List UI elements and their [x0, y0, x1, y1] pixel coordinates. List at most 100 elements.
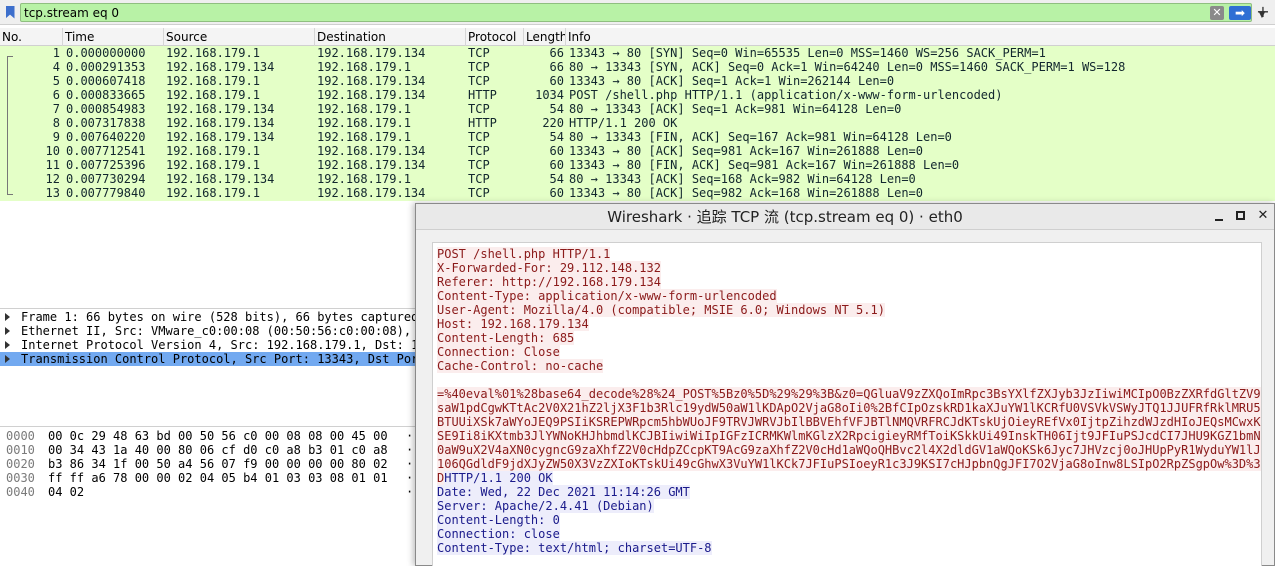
- bytes-row[interactable]: 0010 00 34 43 1a 40 00 80 06 cf d0 c0 a8 …: [0, 443, 420, 457]
- server-header-line: Content-Length: 0: [437, 513, 560, 527]
- packet-cell-no: 6: [52, 88, 60, 102]
- packet-cell-time: 0.000000000: [66, 46, 146, 60]
- body-server-line: DHTTP/1.1 200 OK: [437, 471, 553, 485]
- packet-cell-info: 80 → 13343 [SYN, ACK] Seq=0 Ack=1 Win=64…: [569, 60, 1126, 74]
- packet-row[interactable]: 10 0.007712541 192.168.179.1 192.168.179.13…: [0, 144, 1275, 158]
- packet-cell-dst: 192.168.179.1: [317, 172, 411, 186]
- detail-row-frame[interactable]: Frame 1: 66 bytes on wire (528 bits), 66…: [0, 310, 420, 324]
- packet-cell-len: 66: [549, 60, 564, 74]
- column-header-info[interactable]: Info: [566, 28, 1275, 46]
- packet-row[interactable]: 7 0.000854983 192.168.179.134 192.168.179.1…: [0, 102, 1275, 116]
- window-title: Wireshark · 追踪 TCP 流 (tcp.stream eq 0) ·…: [607, 208, 963, 226]
- bytes-row[interactable]: 0040 04 02 ·: [0, 485, 420, 499]
- display-filter-input[interactable]: tcp.stream eq 0 ✕ ➡ ▼: [20, 3, 1265, 22]
- bytes-row[interactable]: 0030 ff ff a6 78 00 00 02 04 05 b4 01 03 …: [0, 471, 420, 485]
- packet-cell-info: HTTP/1.1 200 OK: [569, 116, 678, 130]
- bytes-hex: 00 0c 29 48 63 bd 00 50 56 c0 00 08 08 0…: [48, 429, 388, 443]
- column-header-length[interactable]: Length: [524, 28, 566, 46]
- packet-row[interactable]: 1 0.000000000 192.168.179.1 192.168.179.134…: [0, 46, 1275, 60]
- packet-row[interactable]: 4 0.000291353 192.168.179.134 192.168.179.1…: [0, 60, 1275, 74]
- maximize-button[interactable]: [1234, 209, 1248, 223]
- packet-cell-time: 0.007730294: [66, 172, 146, 186]
- packet-row[interactable]: 6 0.000833665 192.168.179.1 192.168.179.134…: [0, 88, 1275, 102]
- expand-arrow-icon[interactable]: [5, 327, 10, 335]
- server-header-line: Date: Wed, 22 Dec 2021 11:14:26 GMT: [437, 485, 690, 499]
- packet-cell-proto: TCP: [468, 186, 490, 200]
- bytes-ascii: ·: [406, 485, 414, 499]
- column-header-source[interactable]: Source: [164, 28, 315, 46]
- detail-text: Internet Protocol Version 4, Src: 192.16…: [21, 338, 419, 352]
- client-header-line: User-Agent: Mozilla/4.0 (compatible; MSI…: [437, 303, 885, 317]
- packet-cell-len: 54: [549, 102, 564, 116]
- detail-row-ip[interactable]: Internet Protocol Version 4, Src: 192.16…: [0, 338, 420, 352]
- packet-cell-no: 13: [45, 186, 60, 200]
- packet-cell-src: 192.168.179.1: [166, 88, 260, 102]
- packet-cell-src: 192.168.179.1: [166, 46, 260, 60]
- packet-row[interactable]: 11 0.007725396 192.168.179.1 192.168.179.13…: [0, 158, 1275, 172]
- packet-row[interactable]: 5 0.000607418 192.168.179.1 192.168.179.134…: [0, 74, 1275, 88]
- add-filter-button-plus-icon[interactable]: +: [1256, 3, 1270, 21]
- packet-cell-len: 220: [542, 116, 564, 130]
- bytes-offset: 0030: [6, 471, 35, 485]
- packet-bytes-pane: 0000 00 0c 29 48 63 bd 00 50 56 c0 00 08 …: [0, 426, 420, 566]
- bytes-hex: b3 86 34 1f 00 50 a4 56 07 f9 00 00 00 0…: [48, 457, 388, 471]
- packet-cell-proto: HTTP: [468, 116, 497, 130]
- close-icon[interactable]: ✕: [1256, 209, 1270, 223]
- packet-cell-len: 60: [549, 158, 564, 172]
- packet-cell-no: 4: [52, 60, 60, 74]
- bytes-hex: 00 34 43 1a 40 00 80 06 cf d0 c0 a8 b3 0…: [48, 443, 388, 457]
- minimize-button[interactable]: [1212, 209, 1226, 223]
- column-header-no[interactable]: No.: [0, 28, 63, 46]
- packet-row[interactable]: 9 0.007640220 192.168.179.134 192.168.179.1…: [0, 130, 1275, 144]
- packet-cell-no: 10: [45, 144, 60, 158]
- packet-cell-src: 192.168.179.134: [166, 172, 275, 186]
- packet-cell-dst: 192.168.179.1: [317, 116, 411, 130]
- filter-text[interactable]: tcp.stream eq 0: [24, 6, 119, 20]
- stream-content-text[interactable]: POST /shell.php HTTP/1.1 X-Forwarded-For:…: [432, 242, 1262, 566]
- packet-cell-no: 8: [52, 116, 60, 130]
- bytes-offset: 0020: [6, 457, 35, 471]
- packet-row[interactable]: 8 0.007317838 192.168.179.134 192.168.179.1…: [0, 116, 1275, 130]
- packet-cell-no: 12: [45, 172, 60, 186]
- packet-cell-info: 13343 → 80 [SYN] Seq=0 Win=65535 Len=0 M…: [569, 46, 1046, 60]
- expand-arrow-icon[interactable]: [5, 355, 10, 363]
- packet-cell-info: 13343 → 80 [ACK] Seq=981 Ack=167 Win=261…: [569, 144, 924, 158]
- packet-cell-no: 9: [52, 130, 60, 144]
- bytes-row[interactable]: 0000 00 0c 29 48 63 bd 00 50 56 c0 00 08 …: [0, 429, 420, 443]
- bytes-row[interactable]: 0020 b3 86 34 1f 00 50 a4 56 07 f9 00 00 …: [0, 457, 420, 471]
- column-header-destination[interactable]: Destination: [315, 28, 466, 46]
- packet-row[interactable]: 12 0.007730294 192.168.179.134 192.168.179.…: [0, 172, 1275, 186]
- packet-cell-dst: 192.168.179.134: [317, 186, 426, 200]
- packet-cell-proto: TCP: [468, 130, 490, 144]
- client-header-line: Content-Length: 685: [437, 331, 575, 345]
- window-titlebar[interactable]: Wireshark · 追踪 TCP 流 (tcp.stream eq 0) ·…: [416, 204, 1274, 230]
- packet-cell-time: 0.007317838: [66, 116, 146, 130]
- packet-cell-src: 192.168.179.134: [166, 130, 275, 144]
- detail-text: Ethernet II, Src: VMware_c0:00:08 (00:50…: [21, 324, 412, 338]
- filter-bookmark-icon[interactable]: [2, 3, 18, 21]
- apply-filter-arrow-icon[interactable]: ➡: [1229, 6, 1251, 20]
- packet-cell-info: 13343 → 80 [FIN, ACK] Seq=981 Ack=167 Wi…: [569, 158, 960, 172]
- packet-row[interactable]: 13 0.007779840 192.168.179.1 192.168.179.13…: [0, 186, 1275, 200]
- detail-row-ethernet[interactable]: Ethernet II, Src: VMware_c0:00:08 (00:50…: [0, 324, 420, 338]
- packet-list-header: No. Time Source Destination Protocol Len…: [0, 28, 1275, 46]
- packet-cell-proto: TCP: [468, 144, 490, 158]
- expand-arrow-icon[interactable]: [5, 313, 10, 321]
- packet-list[interactable]: 1 0.000000000 192.168.179.1 192.168.179.134…: [0, 46, 1275, 201]
- detail-row-tcp[interactable]: Transmission Control Protocol, Src Port:…: [0, 352, 420, 366]
- column-header-time[interactable]: Time: [63, 28, 164, 46]
- bytes-ascii: ·: [406, 443, 414, 457]
- packet-cell-src: 192.168.179.134: [166, 116, 275, 130]
- packet-cell-len: 66: [549, 46, 564, 60]
- packet-cell-no: 11: [45, 158, 60, 172]
- bytes-offset: 0040: [6, 485, 35, 499]
- client-header-line: Content-Type: application/x-www-form-url…: [437, 289, 777, 303]
- packet-cell-proto: TCP: [468, 60, 490, 74]
- packet-cell-info: 13343 → 80 [ACK] Seq=1 Ack=1 Win=262144 …: [569, 74, 895, 88]
- packet-cell-len: 54: [549, 172, 564, 186]
- expand-arrow-icon[interactable]: [5, 341, 10, 349]
- column-header-protocol[interactable]: Protocol: [466, 28, 524, 46]
- client-body-line: 0aW9uX2V4aXN0cygncG9zaXhfZ2V0cHdpZCcpKT9…: [437, 443, 1261, 457]
- packet-cell-time: 0.000854983: [66, 102, 146, 116]
- clear-filter-icon[interactable]: ✕: [1210, 6, 1224, 20]
